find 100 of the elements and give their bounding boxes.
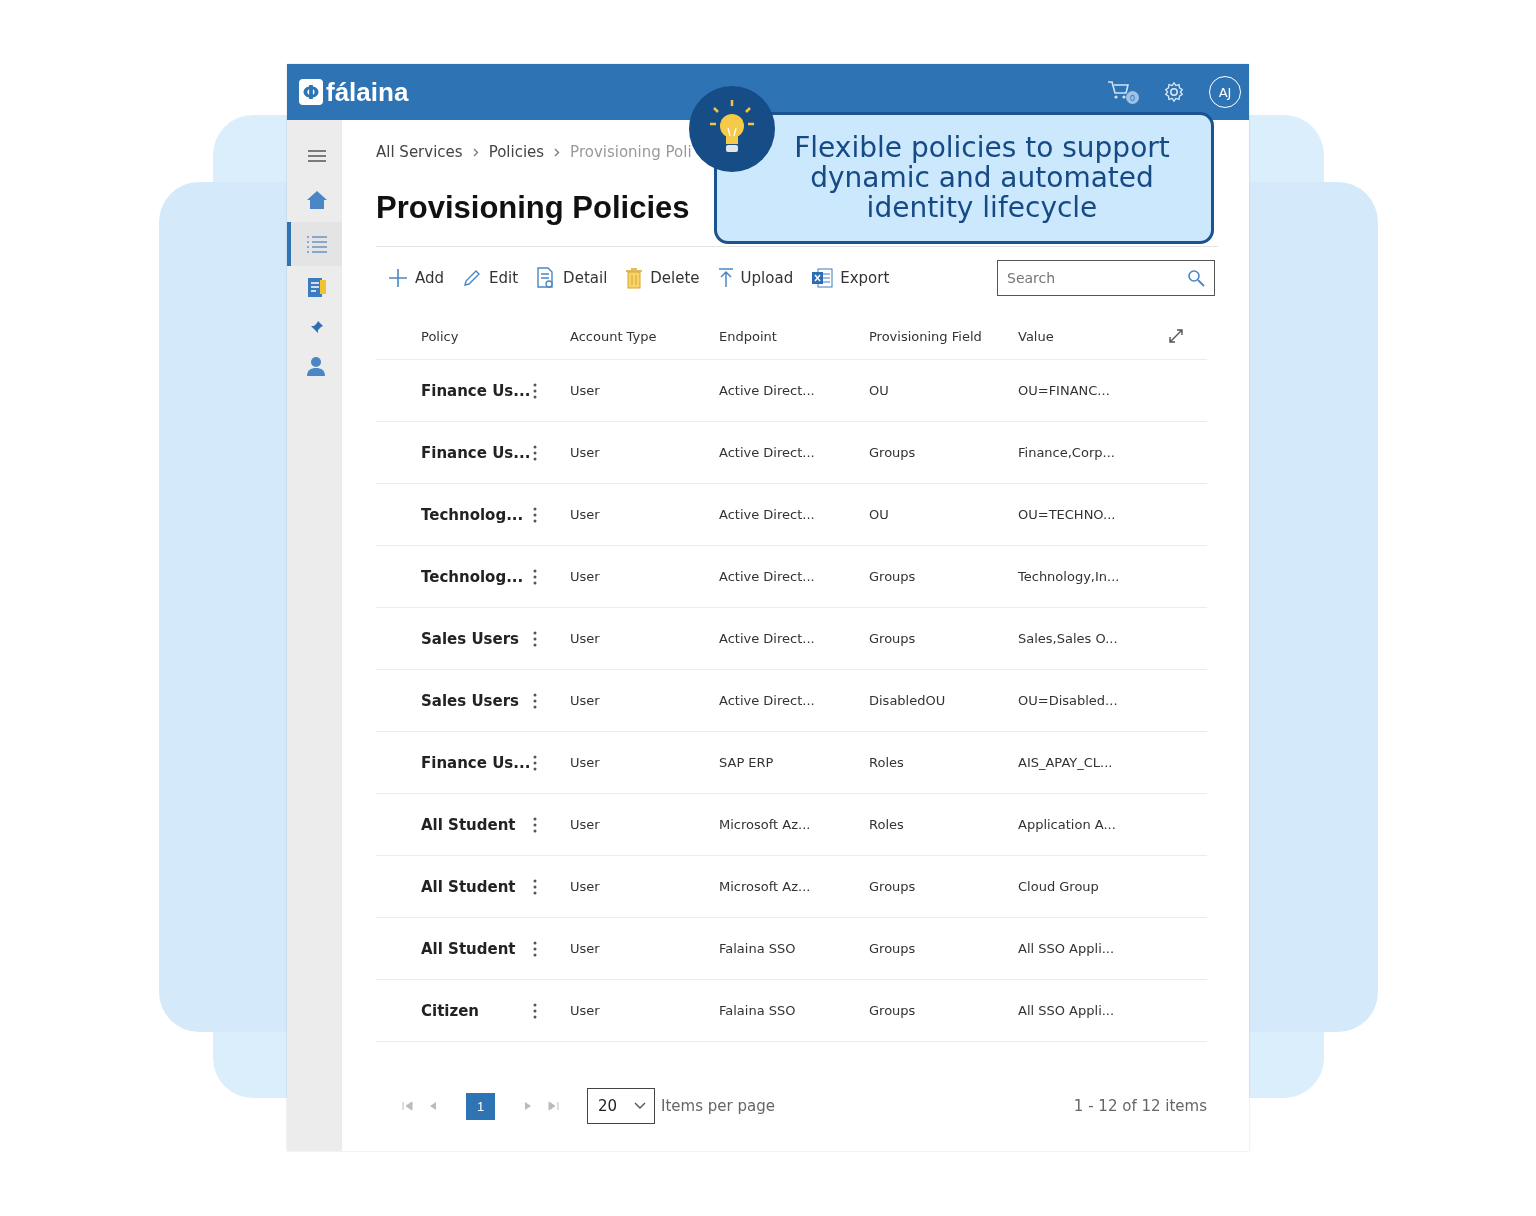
table-cell-text: User <box>570 817 601 832</box>
table-cell-text: DisabledOU <box>869 693 947 708</box>
table-cell-text: Groups <box>869 569 917 584</box>
table-cell-text: Application A... <box>1018 817 1117 832</box>
table-cell-text: Microsoft Az... <box>719 817 812 832</box>
table-cell-text: All SSO Appli... <box>1018 1003 1116 1018</box>
toolbar-button[interactable]: Detail <box>536 267 608 289</box>
table-cell-text: OU=FINANC... <box>1018 383 1111 398</box>
breadcrumb-link[interactable]: All Services <box>376 143 463 161</box>
table-cell-text: Cloud Group <box>1018 879 1100 894</box>
more-options-icon[interactable] <box>532 381 538 400</box>
table-cell-text: Active Direct... <box>719 569 816 584</box>
table-cell-text: Roles <box>869 817 905 832</box>
table-cell-text: SAP ERP <box>719 755 775 770</box>
table-cell-text: Technology,In... <box>1018 569 1121 584</box>
table-cell-text: Finance,Corp... <box>1018 445 1116 460</box>
more-options-icon[interactable] <box>532 939 538 958</box>
table-cell-text: Sales Users <box>421 691 520 710</box>
items-summary: 1 - 12 of 12 items <box>1073 1097 1207 1115</box>
table-cell-text: Active Direct... <box>719 631 816 646</box>
pin-icon <box>309 320 324 334</box>
logo-mark: Φ <box>299 79 323 105</box>
table-cell-text: Microsoft Az... <box>719 879 812 894</box>
table-cell-text: User <box>570 941 601 956</box>
table-cell-text: Active Direct... <box>719 445 816 460</box>
table-cell-text: Falaina SSO <box>719 1003 797 1018</box>
column-header[interactable]: Policy <box>421 328 570 344</box>
home-icon <box>305 190 328 210</box>
chevron-icon <box>472 147 479 157</box>
callout-text: Flexible policies to support dynamic and automated identity lifecycle <box>794 133 1170 223</box>
table-cell-text: OU <box>869 507 890 522</box>
table-cell-text: User <box>570 445 601 460</box>
menu-icon <box>306 149 327 163</box>
column-header[interactable]: Endpoint <box>719 328 869 344</box>
table-cell-text: Roles <box>869 755 905 770</box>
table-cell-text: User <box>570 879 601 894</box>
more-options-icon[interactable] <box>532 753 538 772</box>
more-options-icon[interactable] <box>532 691 538 710</box>
column-header[interactable]: Account Type <box>570 328 719 344</box>
table-cell-text: OU=Disabled... <box>1018 693 1119 708</box>
table-cell-text: Groups <box>869 445 917 460</box>
more-options-icon[interactable] <box>532 443 538 462</box>
table-cell: Finance Us... <box>421 753 532 772</box>
expand-icon[interactable] <box>1168 328 1184 344</box>
page-button[interactable]: 1 <box>466 1092 495 1120</box>
spreadsheet-icon <box>811 267 834 289</box>
plus-icon <box>388 268 408 288</box>
more-options-icon[interactable] <box>532 1001 538 1020</box>
search-field[interactable]: Search <box>997 260 1215 296</box>
column-header[interactable]: Provisioning Field <box>869 328 1018 344</box>
more-options-icon[interactable] <box>532 815 538 834</box>
table-cell: Finance Us... <box>421 443 532 462</box>
table-cell-text: Active Direct... <box>719 507 816 522</box>
toolbar-button[interactable]: Export <box>811 267 890 289</box>
list-icon <box>305 235 328 253</box>
user-icon <box>305 355 328 377</box>
table-cell-text: Groups <box>869 879 917 894</box>
table-cell-text: User <box>570 1003 601 1018</box>
table-cell-text: User <box>570 755 601 770</box>
table-cell-text: Sales Users <box>421 629 520 648</box>
page-size-label: Items per page <box>661 1097 775 1115</box>
caret-icon <box>634 1102 646 1110</box>
logo-text: fálaina <box>326 76 409 108</box>
more-options-icon[interactable] <box>532 567 538 586</box>
cart-count-badge: 0 <box>1126 91 1139 104</box>
chevron-icon <box>554 147 561 157</box>
more-options-icon[interactable] <box>532 877 538 896</box>
table-cell-text: All Student <box>421 815 517 834</box>
table-cell-text: User <box>570 693 601 708</box>
table-cell-text: All Student <box>421 877 517 896</box>
column-header[interactable]: Value <box>1018 328 1168 344</box>
page-title: Provisioning Policies <box>376 190 690 226</box>
table-cell-text: OU=TECHNO... <box>1018 507 1117 522</box>
upload-icon <box>717 268 734 288</box>
report-icon <box>306 277 327 299</box>
table-cell-text: OU <box>869 383 890 398</box>
more-options-icon[interactable] <box>532 505 538 524</box>
settings-icon[interactable] <box>1163 81 1185 103</box>
breadcrumb-link[interactable]: Policies <box>488 143 545 161</box>
table-cell-text: Groups <box>869 941 917 956</box>
table-cell-text: AIS_APAY_CL... <box>1018 755 1114 770</box>
table-cell-text: Active Direct... <box>719 693 816 708</box>
table-cell-text: Technolog... <box>421 567 525 586</box>
search-icon <box>1187 269 1205 287</box>
table-cell-text: Sales,Sales O... <box>1018 631 1119 646</box>
table-cell-text: User <box>570 507 601 522</box>
table-cell-text: User <box>570 631 601 646</box>
table-cell-text: Citizen <box>421 1001 481 1020</box>
table-cell-text: All SSO Appli... <box>1018 941 1116 956</box>
toolbar-button[interactable]: Delete <box>625 267 700 289</box>
more-options-icon[interactable] <box>532 629 538 648</box>
page-size-dropdown[interactable]: 20 <box>587 1088 655 1124</box>
table-cell-text: Groups <box>869 1003 917 1018</box>
table-cell-text: Technolog... <box>421 505 525 524</box>
toolbar-button[interactable]: Upload <box>717 268 794 288</box>
toolbar-button[interactable]: Add <box>388 268 445 288</box>
table-cell-text: Active Direct... <box>719 383 816 398</box>
table-cell: Finance Us... <box>421 381 532 400</box>
sidebar-item[interactable] <box>287 222 342 266</box>
toolbar-button[interactable]: Edit <box>462 268 519 288</box>
